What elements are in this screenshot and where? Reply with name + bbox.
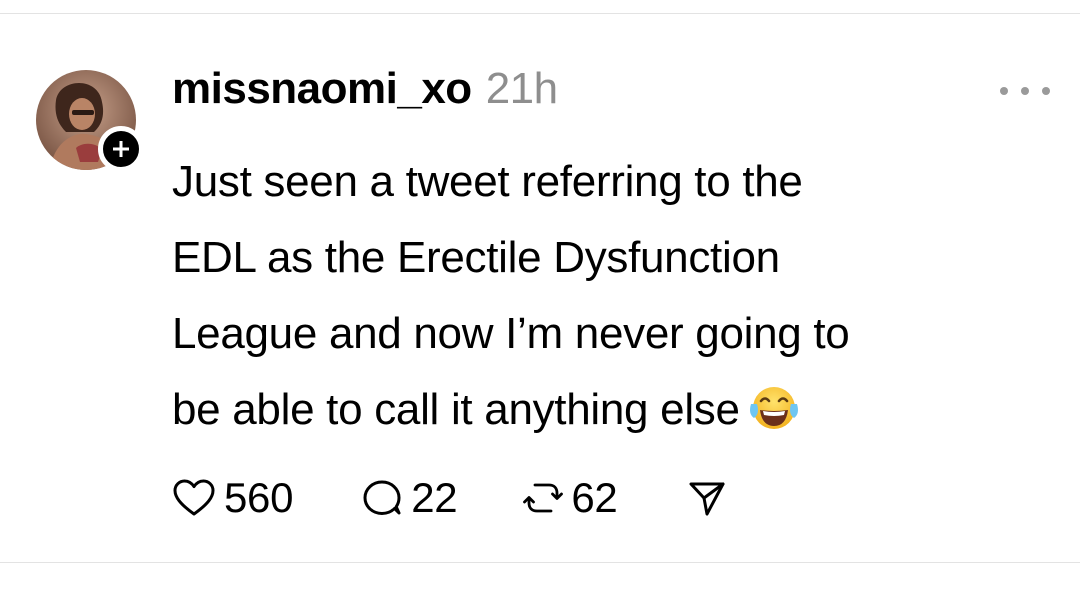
follow-button[interactable] xyxy=(98,126,144,172)
reply-button[interactable]: 22 xyxy=(361,474,458,522)
like-button[interactable]: 560 xyxy=(172,474,293,522)
timestamp[interactable]: 21h xyxy=(486,64,558,114)
username[interactable]: missnaomi_xo xyxy=(172,64,472,114)
reply-count: 22 xyxy=(411,474,458,521)
repost-icon xyxy=(523,483,564,513)
ellipsis-icon xyxy=(1000,87,1008,95)
post-text-line-content: be able to call it anything else xyxy=(172,385,740,434)
more-options-button[interactable] xyxy=(1000,80,1050,102)
heart-icon xyxy=(173,479,215,516)
plus-icon xyxy=(113,141,129,157)
post-text-line: Just seen a tweet referring to the xyxy=(172,157,803,206)
top-divider xyxy=(0,13,1080,14)
face-with-tears-of-joy-icon xyxy=(748,380,800,456)
post-text: Just seen a tweet referring to the EDL a… xyxy=(172,144,1072,456)
ellipsis-dot xyxy=(1021,87,1029,95)
post-actions: 560 22 62 xyxy=(172,470,727,526)
repost-button[interactable]: 62 xyxy=(523,474,618,522)
send-icon xyxy=(689,482,725,516)
avatar-container xyxy=(36,70,144,172)
share-button[interactable] xyxy=(687,478,727,518)
bottom-divider xyxy=(0,562,1080,563)
comment-icon xyxy=(363,480,401,515)
like-count: 560 xyxy=(224,474,294,521)
ellipsis-dot xyxy=(1042,87,1050,95)
repost-count: 62 xyxy=(571,474,618,521)
post-text-line-last: be able to call it anything else xyxy=(172,372,1072,456)
post-text-line: EDL as the Erectile Dysfunction xyxy=(172,233,780,282)
post-header: missnaomi_xo 21h xyxy=(172,64,558,124)
post-card: missnaomi_xo 21h Just seen a tweet refer… xyxy=(0,0,1080,590)
post-text-line: League and now I’m never going to xyxy=(172,309,850,358)
